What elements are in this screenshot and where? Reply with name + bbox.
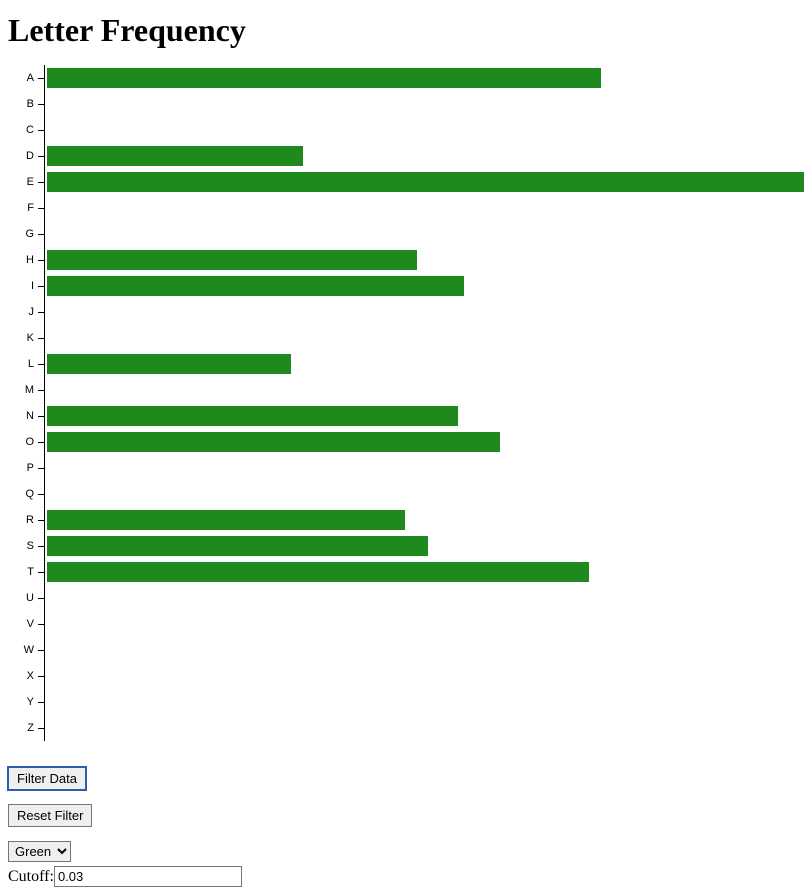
axis-tick — [38, 260, 44, 261]
y-tick-label: Q — [25, 488, 34, 500]
filter-data-button[interactable]: Filter Data — [8, 767, 86, 790]
y-tick-label: N — [26, 410, 34, 422]
y-tick-label: C — [26, 124, 34, 136]
axis-tick — [38, 286, 44, 287]
bar-row: P — [44, 455, 804, 481]
axis-tick — [38, 156, 44, 157]
axis-tick — [38, 390, 44, 391]
bar — [47, 432, 500, 452]
controls: Filter Data Reset Filter Green Cutoff: — [8, 767, 796, 887]
bar-row: Z — [44, 715, 804, 741]
axis-tick — [38, 546, 44, 547]
axis-tick — [38, 182, 44, 183]
bar — [47, 510, 405, 530]
axis-tick — [38, 130, 44, 131]
y-tick-label: V — [27, 618, 34, 630]
axis-tick — [38, 364, 44, 365]
bar-row: S — [44, 533, 804, 559]
y-tick-label: S — [27, 540, 34, 552]
y-tick-label: O — [25, 436, 34, 448]
y-tick-label: X — [27, 670, 34, 682]
bar-row: J — [44, 299, 804, 325]
y-tick-label: G — [25, 228, 34, 240]
y-tick-label: U — [26, 592, 34, 604]
y-tick-label: K — [27, 332, 34, 344]
bar-row: A — [44, 65, 804, 91]
bar — [47, 536, 428, 556]
axis-tick — [38, 104, 44, 105]
axis-tick — [38, 312, 44, 313]
y-tick-label: W — [24, 644, 34, 656]
bar-row: V — [44, 611, 804, 637]
cutoff-input[interactable] — [54, 866, 242, 887]
bar-row: W — [44, 637, 804, 663]
y-tick-label: E — [27, 176, 34, 188]
axis-tick — [38, 728, 44, 729]
y-tick-label: R — [26, 514, 34, 526]
color-select[interactable]: Green — [8, 841, 71, 862]
bar — [47, 354, 291, 374]
y-tick-label: H — [26, 254, 34, 266]
bar — [47, 276, 464, 296]
bar-row: D — [44, 143, 804, 169]
page-title: Letter Frequency — [8, 12, 796, 49]
y-tick-label: F — [27, 202, 34, 214]
y-tick-label: L — [28, 358, 34, 370]
bar-row: I — [44, 273, 804, 299]
y-tick-label: M — [25, 384, 34, 396]
axis-tick — [38, 338, 44, 339]
y-tick-label: T — [27, 566, 34, 578]
bar-row: B — [44, 91, 804, 117]
bar — [47, 146, 303, 166]
axis-tick — [38, 442, 44, 443]
bar-row: L — [44, 351, 804, 377]
cutoff-label: Cutoff: — [8, 868, 54, 885]
axis-tick — [38, 572, 44, 573]
axis-tick — [38, 520, 44, 521]
y-tick-label: A — [27, 72, 34, 84]
axis-tick — [38, 416, 44, 417]
bar-row: Q — [44, 481, 804, 507]
axis-tick — [38, 494, 44, 495]
bar-row: N — [44, 403, 804, 429]
y-tick-label: I — [31, 280, 34, 292]
axis-tick — [38, 624, 44, 625]
y-tick-label: B — [27, 98, 34, 110]
axis-tick — [38, 78, 44, 79]
bar — [47, 172, 804, 192]
y-tick-label: J — [29, 306, 35, 318]
axis-tick — [38, 208, 44, 209]
bar — [47, 562, 589, 582]
bar-row: U — [44, 585, 804, 611]
axis-tick — [38, 234, 44, 235]
y-tick-label: Z — [27, 722, 34, 734]
axis-tick — [38, 702, 44, 703]
bar-row: M — [44, 377, 804, 403]
bar — [47, 250, 417, 270]
bar — [47, 406, 458, 426]
bar — [47, 68, 601, 88]
bar-row: R — [44, 507, 804, 533]
bar-row: C — [44, 117, 804, 143]
bar-row: T — [44, 559, 804, 585]
bar-row: K — [44, 325, 804, 351]
axis-tick — [38, 650, 44, 651]
bar-row: H — [44, 247, 804, 273]
bar-row: X — [44, 663, 804, 689]
bar-row: F — [44, 195, 804, 221]
axis-tick — [38, 598, 44, 599]
reset-filter-button[interactable]: Reset Filter — [8, 804, 92, 827]
y-tick-label: D — [26, 150, 34, 162]
bar-row: G — [44, 221, 804, 247]
axis-tick — [38, 676, 44, 677]
y-tick-label: P — [27, 462, 34, 474]
bar-row: O — [44, 429, 804, 455]
bar-row: Y — [44, 689, 804, 715]
y-tick-label: Y — [27, 696, 34, 708]
bar-chart: ABCDEFGHIJKLMNOPQRSTUVWXYZ — [44, 65, 804, 741]
bar-row: E — [44, 169, 804, 195]
axis-tick — [38, 468, 44, 469]
